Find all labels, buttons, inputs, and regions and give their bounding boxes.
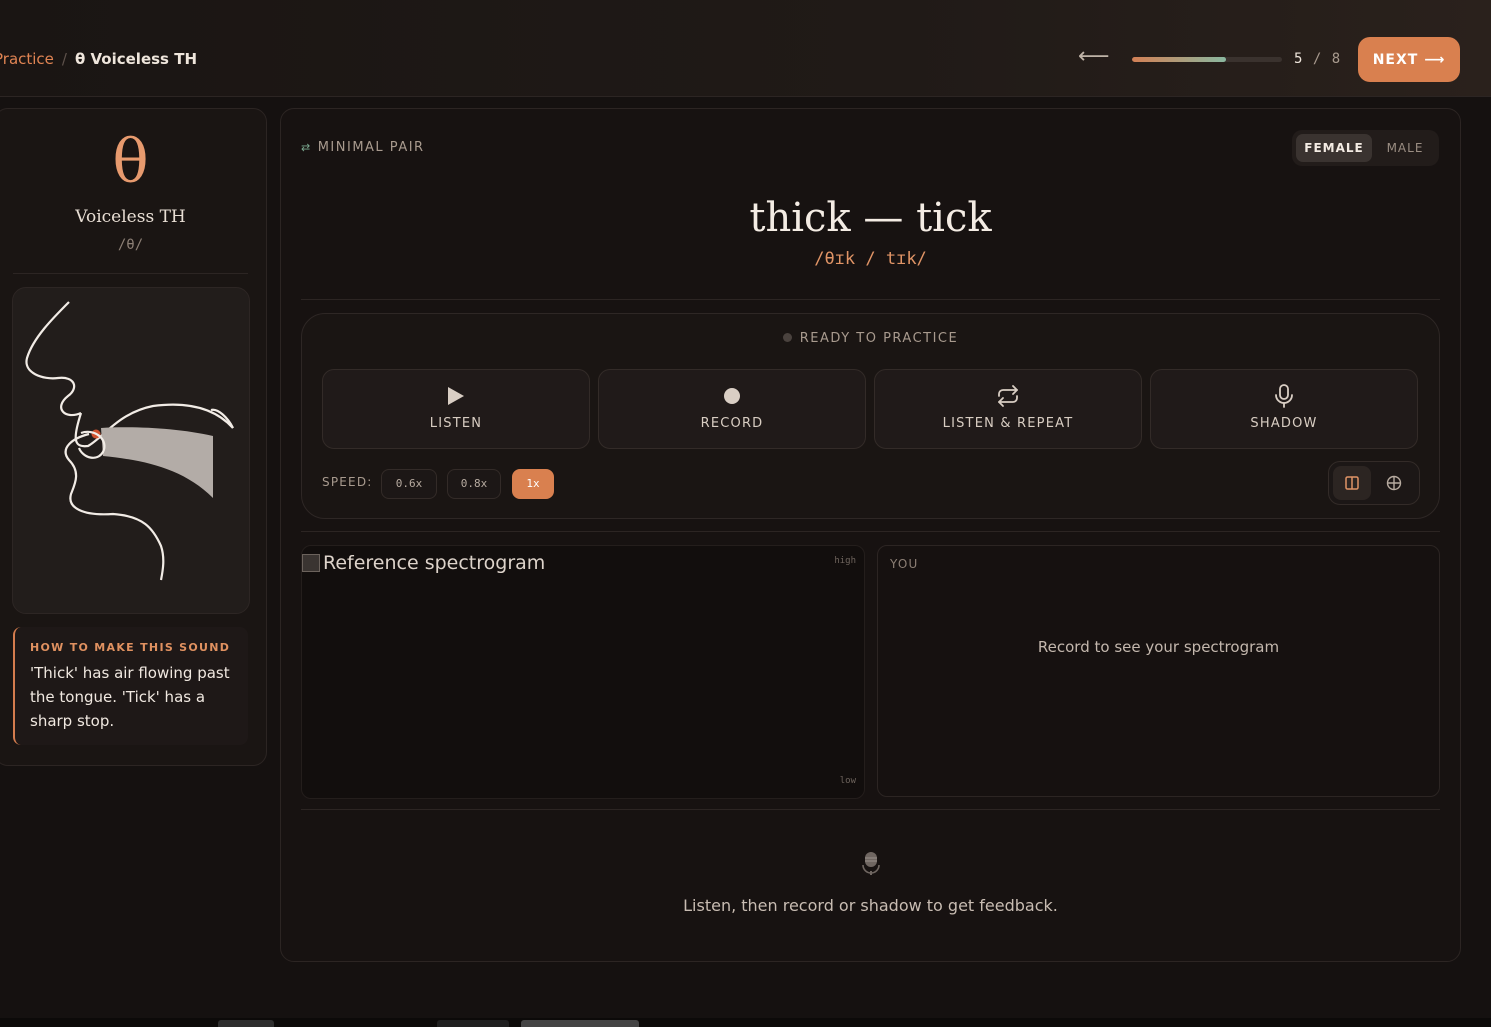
exercise-type-label: MINIMAL PAIR — [317, 140, 425, 155]
divider — [301, 299, 1440, 300]
split-view-icon[interactable] — [1333, 466, 1371, 500]
listen-label: LISTEN — [429, 416, 483, 431]
mouth-diagram — [12, 287, 250, 614]
word-pair-ipa: /θɪk / tɪk/ — [814, 249, 927, 269]
broken-image-icon — [302, 554, 320, 572]
freq-high-label: high — [834, 556, 856, 566]
lesson-progress-fill — [1132, 57, 1226, 62]
breadcrumb-separator: / — [61, 50, 67, 68]
repeat-icon — [875, 383, 1141, 409]
how-to-tip: HOW TO MAKE THIS SOUND 'Thick' has air f… — [13, 627, 248, 745]
shadow-label: SHADOW — [1250, 416, 1318, 431]
next-button[interactable]: NEXT ⟶ — [1358, 37, 1460, 82]
progress-counter: 5 / 8 — [1294, 51, 1341, 67]
microphone-icon — [1151, 383, 1417, 409]
progress-separator: / — [1312, 51, 1323, 67]
arrow-left-icon[interactable]: ⟵ — [1078, 44, 1110, 69]
sound-symbol: θ — [112, 127, 149, 197]
exercise-card: ⇄ MINIMAL PAIR FEMALE MALE thick — tick … — [280, 108, 1461, 962]
voice-male-option[interactable]: MALE — [1374, 134, 1436, 162]
progress-current: 5 — [1294, 51, 1304, 67]
record-dot-icon — [599, 383, 865, 409]
practice-status: READY TO PRACTICE — [302, 331, 1439, 346]
freq-low-label: low — [839, 776, 856, 786]
overlay-view-icon[interactable] — [1375, 466, 1413, 500]
view-toggle — [1328, 461, 1420, 505]
listen-repeat-button[interactable]: LISTEN & REPEAT — [874, 369, 1142, 449]
user-spectrogram-label: YOU — [890, 557, 919, 571]
breadcrumb-practice-link[interactable]: Practice — [0, 50, 54, 68]
mouth-sagittal-diagram-icon — [25, 301, 234, 581]
voice-female-option[interactable]: FEMALE — [1296, 134, 1372, 162]
breadcrumb-current: θ Voiceless TH — [74, 50, 197, 68]
status-dot-icon — [782, 333, 792, 342]
swap-arrows-icon: ⇄ — [301, 141, 312, 154]
how-to-title: HOW TO MAKE THIS SOUND — [30, 641, 231, 654]
listen-button[interactable]: LISTEN — [322, 369, 590, 449]
practice-status-text: READY TO PRACTICE — [799, 331, 959, 346]
listen-repeat-label: LISTEN & REPEAT — [942, 416, 1074, 431]
shadow-button[interactable]: SHADOW — [1150, 369, 1418, 449]
sound-name: Voiceless TH — [75, 207, 186, 227]
breadcrumb: Practice / θ Voiceless TH — [0, 50, 197, 68]
sound-ipa: /θ/ — [117, 237, 144, 253]
speed-0-6x-button[interactable]: 0.6x — [381, 469, 437, 499]
user-spectrogram-empty-text: Record to see your spectrogram — [1037, 638, 1280, 656]
how-to-text: 'Thick' has air flowing past the tongue.… — [30, 664, 230, 730]
progress-total: 8 — [1331, 51, 1342, 67]
taskbar-fragment — [0, 1018, 1491, 1027]
practice-panel: READY TO PRACTICE LISTEN RECORD LISTEN &… — [301, 313, 1440, 519]
speed-label: SPEED: — [322, 475, 373, 489]
word-pair: thick — tick — [749, 195, 992, 241]
reference-spectrogram-image: Reference spectrogram — [302, 552, 545, 574]
lesson-progress-bar — [1132, 57, 1282, 62]
reference-spectrogram-alt: Reference spectrogram — [323, 552, 546, 574]
sound-card: θ Voiceless TH /θ/ HOW TO MAKE THIS SOUN… — [0, 108, 267, 766]
speed-0-8x-button[interactable]: 0.8x — [447, 469, 501, 499]
divider — [301, 809, 1440, 810]
speed-1x-button[interactable]: 1x — [512, 469, 554, 499]
record-button[interactable]: RECORD — [598, 369, 866, 449]
user-spectrogram: YOU Record to see your spectrogram — [877, 545, 1440, 797]
taskbar-item — [521, 1020, 639, 1027]
voice-toggle: FEMALE MALE — [1292, 130, 1439, 166]
taskbar-item — [218, 1020, 274, 1027]
record-label: RECORD — [700, 416, 764, 431]
feedback-text: Listen, then record or shadow to get fee… — [683, 896, 1058, 915]
taskbar-item — [437, 1020, 509, 1027]
exercise-type: ⇄ MINIMAL PAIR — [301, 140, 425, 155]
divider — [13, 273, 248, 274]
divider — [301, 531, 1440, 532]
reference-spectrogram: Reference spectrogram high low — [301, 545, 865, 799]
top-bar: Practice / θ Voiceless TH ⟵ 5 / 8 NEXT ⟶ — [0, 0, 1491, 97]
microphone-icon — [281, 851, 1460, 879]
play-icon — [323, 383, 589, 409]
